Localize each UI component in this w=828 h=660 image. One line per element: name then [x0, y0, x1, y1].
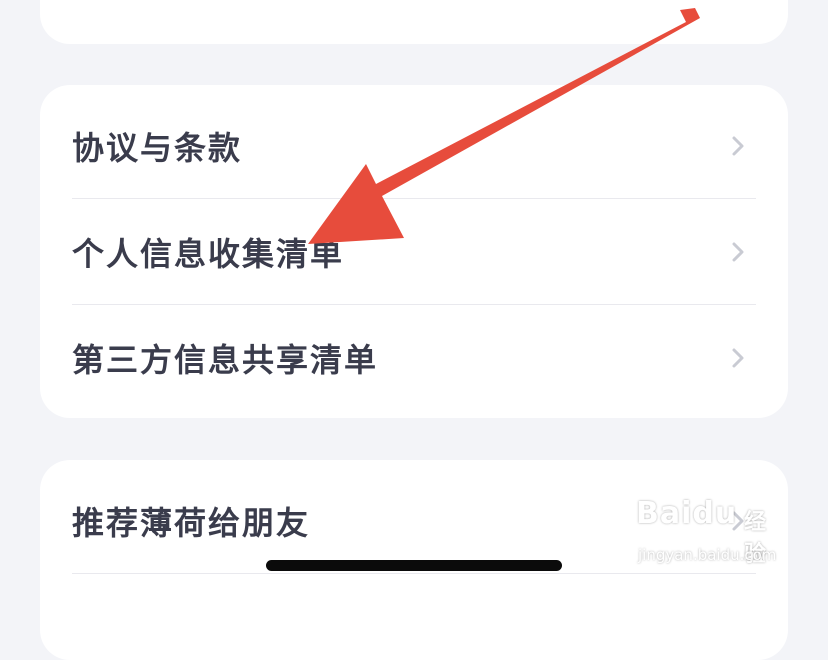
- settings-item-label: 第三方信息共享清单: [72, 341, 379, 379]
- settings-card-top: [40, 0, 788, 44]
- settings-item-label: 推荐薄荷给朋友: [72, 504, 311, 542]
- settings-item-terms[interactable]: 协议与条款: [72, 93, 756, 199]
- settings-item-personal-info-list[interactable]: 个人信息收集清单: [72, 199, 756, 305]
- divider: [72, 573, 756, 574]
- chevron-right-icon: [726, 134, 750, 158]
- settings-item-label: 个人信息收集清单: [72, 235, 345, 273]
- home-indicator[interactable]: [266, 560, 562, 571]
- settings-item-recommend-to-friends[interactable]: 推荐薄荷给朋友: [72, 468, 756, 574]
- chevron-right-icon: [726, 240, 750, 264]
- chevron-right-icon: [726, 346, 750, 370]
- settings-item-label: 协议与条款: [72, 129, 243, 167]
- settings-card-legal: 协议与条款 个人信息收集清单 第三方信息共享清单: [40, 85, 788, 418]
- settings-item-third-party-sharing-list[interactable]: 第三方信息共享清单: [72, 305, 756, 411]
- chevron-right-icon: [726, 509, 750, 533]
